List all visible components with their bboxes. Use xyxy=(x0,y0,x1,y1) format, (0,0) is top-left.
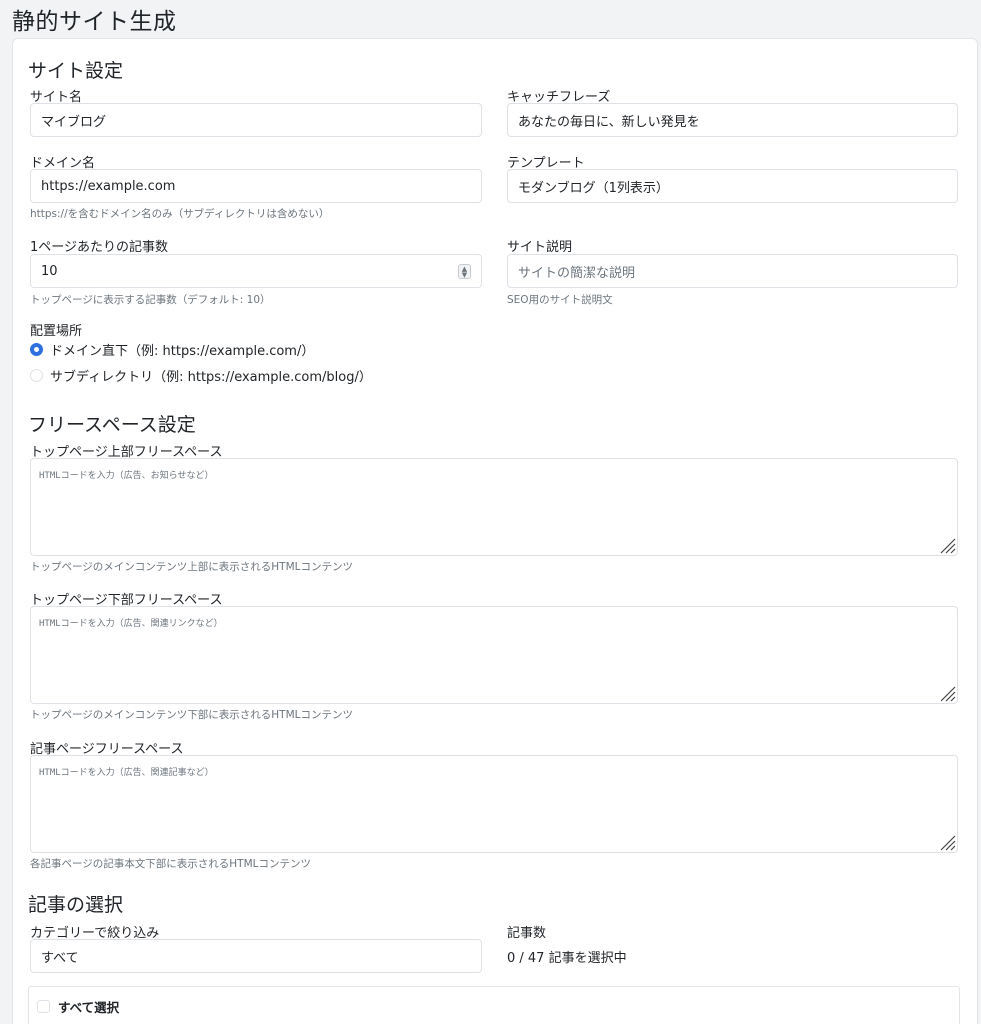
article-space-help: 各記事ページの記事本文下部に表示されるHTMLコンテンツ xyxy=(30,858,312,870)
top-upper-help: トップページのメインコンテンツ上部に表示されるHTMLコンテンツ xyxy=(30,561,354,573)
placement-option-root-label: ドメイン直下（例: https://example.com/） xyxy=(50,344,315,359)
page-title: 静的サイト生成 xyxy=(12,9,177,35)
resize-handle-icon[interactable] xyxy=(938,833,956,851)
placement-option-root[interactable]: ドメイン直下（例: https://example.com/） xyxy=(30,340,314,359)
checkbox-icon[interactable] xyxy=(37,1000,50,1013)
category-filter-select[interactable]: すべて xyxy=(30,939,482,973)
select-all-panel: すべて選択 xyxy=(28,986,960,1024)
per-page-value: 10 xyxy=(41,263,58,279)
radio-unchecked-icon[interactable] xyxy=(30,369,43,382)
select-all-label: すべて選択 xyxy=(58,1000,120,1015)
top-upper-textarea[interactable]: HTMLコードを入力（広告、お知らせなど） xyxy=(30,458,958,556)
top-upper-placeholder: HTMLコードを入力（広告、お知らせなど） xyxy=(39,471,214,481)
placement-label: 配置場所 xyxy=(30,324,83,339)
domain-input[interactable]: https://example.com xyxy=(30,169,482,203)
article-space-textarea[interactable]: HTMLコードを入力（広告、関連記事など） xyxy=(30,755,958,853)
catchphrase-input[interactable]: あなたの毎日に、新しい発見を xyxy=(507,103,958,137)
description-help: SEO用のサイト説明文 xyxy=(507,294,613,306)
placement-option-subdir-label: サブディレクトリ（例: https://example.com/blog/） xyxy=(50,370,372,385)
top-lower-placeholder: HTMLコードを入力（広告、関連リンクなど） xyxy=(39,619,223,629)
domain-help: https://を含むドメイン名のみ（サブディレクトリは含めない） xyxy=(30,208,330,220)
top-lower-help: トップページのメインコンテンツ下部に表示されるHTMLコンテンツ xyxy=(30,709,354,721)
article-selection-heading: 記事の選択 xyxy=(28,894,124,916)
description-label: サイト説明 xyxy=(507,240,573,255)
select-all-row[interactable]: すべて選択 xyxy=(37,997,119,1016)
article-count-label: 記事数 xyxy=(507,926,547,941)
site-name-input[interactable]: マイブログ xyxy=(30,103,482,137)
resize-handle-icon[interactable] xyxy=(938,684,956,702)
site-settings-heading: サイト設定 xyxy=(28,60,124,82)
description-input[interactable]: サイトの簡潔な説明 xyxy=(507,254,958,288)
placement-option-subdir[interactable]: サブディレクトリ（例: https://example.com/blog/） xyxy=(30,366,372,385)
template-select[interactable]: モダンブログ（1列表示） xyxy=(507,169,958,203)
per-page-input[interactable]: 10 ▲ ▼ xyxy=(30,254,482,288)
article-space-placeholder: HTMLコードを入力（広告、関連記事など） xyxy=(39,768,214,778)
resize-handle-icon[interactable] xyxy=(938,536,956,554)
free-space-heading: フリースペース設定 xyxy=(28,414,196,436)
per-page-help: トップページに表示する記事数（デフォルト: 10） xyxy=(30,294,271,306)
top-lower-textarea[interactable]: HTMLコードを入力（広告、関連リンクなど） xyxy=(30,606,958,704)
article-count-value: 0 / 47 記事を選択中 xyxy=(507,951,627,966)
per-page-label: 1ページあたりの記事数 xyxy=(30,240,169,255)
number-spinner-icon[interactable]: ▲ ▼ xyxy=(458,264,471,279)
radio-checked-icon[interactable] xyxy=(30,343,43,356)
